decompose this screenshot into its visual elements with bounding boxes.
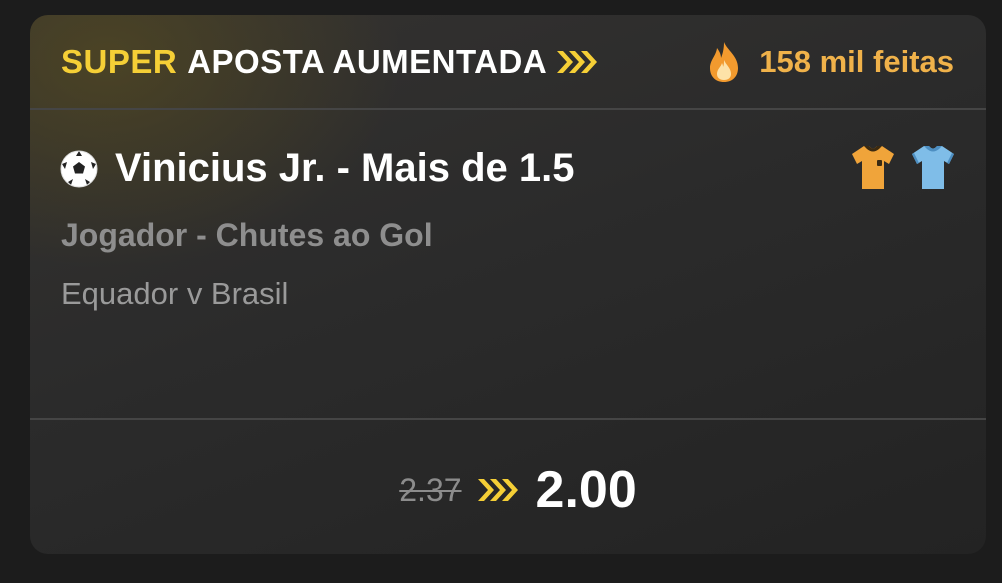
flame-icon <box>707 40 741 84</box>
odds-button[interactable]: 2.37 2.00 <box>30 455 986 525</box>
card-header: SUPER APOSTA AUMENTADA 158 mil feitas <box>30 15 986 110</box>
boost-badge: SUPER APOSTA AUMENTADA <box>61 43 601 81</box>
team-jerseys <box>850 143 956 196</box>
chevrons-right-icon <box>555 49 601 75</box>
soccer-ball-icon <box>59 149 99 189</box>
home-jersey-icon <box>850 143 896 196</box>
market-label: Jogador - Chutes ao Gol <box>61 217 433 253</box>
boost-label: APOSTA AUMENTADA <box>187 43 548 80</box>
popularity-indicator: 158 mil feitas <box>707 40 954 84</box>
chevrons-right-icon <box>476 477 522 503</box>
boosted-odds: 2.00 <box>535 461 637 519</box>
popularity-count: 158 mil feitas <box>759 44 954 79</box>
away-jersey-icon <box>910 143 956 196</box>
selection-details: Vinicius Jr. - Mais de 1.5 Jogador - Chu… <box>30 110 986 420</box>
original-odds: 2.37 <box>399 471 462 508</box>
boosted-bet-card[interactable]: SUPER APOSTA AUMENTADA 158 mil feitas Vi… <box>30 15 986 554</box>
selection-row: Vinicius Jr. - Mais de 1.5 <box>59 146 574 191</box>
event-label: Equador v Brasil <box>61 276 289 311</box>
selection-title: Vinicius Jr. - Mais de 1.5 <box>115 146 575 190</box>
super-label: SUPER <box>61 43 178 80</box>
